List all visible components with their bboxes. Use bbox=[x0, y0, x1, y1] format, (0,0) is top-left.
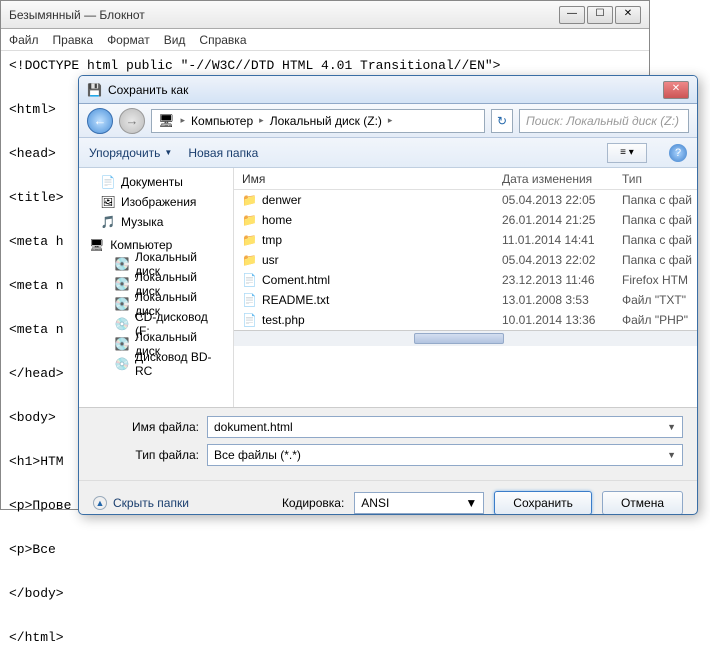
col-head-type[interactable]: Тип bbox=[614, 172, 697, 186]
table-row[interactable]: 📁usr05.04.2013 22:02Папка с фай bbox=[234, 250, 697, 270]
file-icon: 📄 bbox=[242, 293, 256, 307]
filename-fields: Имя файла: dokument.html ▼ Тип файла: Вс… bbox=[79, 408, 697, 480]
search-input[interactable]: Поиск: Локальный диск (Z:) bbox=[519, 109, 689, 133]
help-button[interactable]: ? bbox=[669, 144, 687, 162]
new-folder-button[interactable]: Новая папка bbox=[188, 146, 258, 160]
menu-file[interactable]: Файл bbox=[9, 33, 39, 47]
folder-icon: 📁 bbox=[242, 233, 256, 247]
table-row[interactable]: 📁denwer05.04.2013 22:05Папка с фай bbox=[234, 190, 697, 210]
dialog-bottombar: ▲ Скрыть папки Кодировка: ANSI ▼ Сохрани… bbox=[79, 480, 697, 515]
folder-icon: 📁 bbox=[242, 253, 256, 267]
col-head-name[interactable]: Имя bbox=[234, 172, 494, 186]
organize-button[interactable]: Упорядочить▼ bbox=[89, 146, 172, 160]
encoding-label: Кодировка: bbox=[282, 496, 344, 510]
table-row[interactable]: 📁home26.01.2014 21:25Папка с фай bbox=[234, 210, 697, 230]
chevron-down-icon[interactable]: ▼ bbox=[465, 496, 477, 510]
file-list-header: Имя Дата изменения Тип bbox=[234, 168, 697, 190]
notepad-menu: Файл Правка Формат Вид Справка bbox=[1, 29, 649, 51]
chevron-down-icon[interactable]: ▼ bbox=[667, 450, 676, 460]
menu-view[interactable]: Вид bbox=[164, 33, 186, 47]
dialog-title: Сохранить как bbox=[108, 83, 663, 97]
main-area: 📄Документы 🖼Изображения 🎵Музыка 🖥Компьют… bbox=[79, 168, 697, 408]
filetype-select[interactable]: Все файлы (*.*) ▼ bbox=[207, 444, 683, 466]
breadcrumb[interactable]: 🖥 ▸ Компьютер ▸ Локальный диск (Z:) ▸ bbox=[151, 109, 485, 133]
dialog-titlebar[interactable]: 💾 Сохранить как ✕ bbox=[79, 76, 697, 104]
save-as-dialog: 💾 Сохранить как ✕ ← → 🖥 ▸ Компьютер ▸ Ло… bbox=[78, 75, 698, 515]
notepad-titlebar[interactable]: Безымянный — Блокнот — ☐ ✕ bbox=[1, 1, 649, 29]
encoding-select[interactable]: ANSI ▼ bbox=[354, 492, 484, 514]
file-list: Имя Дата изменения Тип 📁denwer05.04.2013… bbox=[234, 168, 697, 407]
drive-icon: 💽 bbox=[115, 337, 129, 351]
music-icon: 🎵 bbox=[101, 215, 115, 229]
breadcrumb-seg-drive[interactable]: Локальный диск (Z:) bbox=[270, 114, 382, 128]
table-row[interactable]: 📄README.txt13.01.2008 3:53Файл "TXT" bbox=[234, 290, 697, 310]
table-row[interactable]: 📄test.php10.01.2014 13:36Файл "PHP" bbox=[234, 310, 697, 330]
cd-icon: 💿 bbox=[115, 317, 129, 331]
cd-icon: 💿 bbox=[115, 357, 129, 371]
horizontal-scrollbar[interactable] bbox=[234, 330, 697, 346]
save-button[interactable]: Сохранить bbox=[494, 491, 592, 515]
computer-icon: 🖥 bbox=[158, 113, 175, 129]
cancel-button[interactable]: Отмена bbox=[602, 491, 683, 515]
chevron-icon: ▸ bbox=[181, 115, 186, 126]
chevron-icon: ▸ bbox=[259, 115, 264, 126]
file-icon: 📄 bbox=[242, 313, 256, 327]
filename-label: Имя файла: bbox=[93, 420, 199, 434]
filename-input[interactable]: dokument.html ▼ bbox=[207, 416, 683, 438]
folder-icon: 📁 bbox=[242, 193, 256, 207]
arrow-up-icon: ▲ bbox=[93, 496, 107, 510]
toolbar: Упорядочить▼ Новая папка ≡ ▾ ? bbox=[79, 138, 697, 168]
chevron-down-icon: ▼ bbox=[164, 148, 172, 157]
menu-edit[interactable]: Правка bbox=[53, 33, 94, 47]
menu-help[interactable]: Справка bbox=[199, 33, 246, 47]
file-icon: 📄 bbox=[242, 273, 256, 287]
window-buttons: — ☐ ✕ bbox=[559, 6, 641, 24]
maximize-button[interactable]: ☐ bbox=[587, 6, 613, 24]
dialog-close-button[interactable]: ✕ bbox=[663, 81, 689, 99]
view-button[interactable]: ≡ ▾ bbox=[607, 143, 647, 163]
sidebar-item-images[interactable]: 🖼Изображения bbox=[79, 192, 233, 212]
computer-icon: 🖥 bbox=[89, 238, 104, 252]
folder-icon: 📁 bbox=[242, 213, 256, 227]
refresh-button[interactable]: ↻ bbox=[491, 109, 513, 133]
drive-icon: 💽 bbox=[115, 297, 129, 311]
menu-format[interactable]: Формат bbox=[107, 33, 150, 47]
sidebar: 📄Документы 🖼Изображения 🎵Музыка 🖥Компьют… bbox=[79, 168, 234, 407]
document-icon: 📄 bbox=[101, 175, 115, 189]
minimize-button[interactable]: — bbox=[559, 6, 585, 24]
col-head-date[interactable]: Дата изменения bbox=[494, 172, 614, 186]
nav-forward-button[interactable]: → bbox=[119, 108, 145, 134]
drive-icon: 💽 bbox=[115, 257, 129, 271]
close-button[interactable]: ✕ bbox=[615, 6, 641, 24]
nav-bar: ← → 🖥 ▸ Компьютер ▸ Локальный диск (Z:) … bbox=[79, 104, 697, 138]
save-icon: 💾 bbox=[87, 83, 102, 97]
image-icon: 🖼 bbox=[101, 195, 115, 209]
sidebar-item-documents[interactable]: 📄Документы bbox=[79, 172, 233, 192]
nav-back-button[interactable]: ← bbox=[87, 108, 113, 134]
table-row[interactable]: 📄Coment.html23.12.2013 11:46Firefox HTM bbox=[234, 270, 697, 290]
sidebar-item-music[interactable]: 🎵Музыка bbox=[79, 212, 233, 232]
notepad-title: Безымянный — Блокнот bbox=[9, 8, 559, 22]
table-row[interactable]: 📁tmp11.01.2014 14:41Папка с фай bbox=[234, 230, 697, 250]
chevron-icon: ▸ bbox=[388, 115, 393, 126]
filetype-label: Тип файла: bbox=[93, 448, 199, 462]
drive-icon: 💽 bbox=[115, 277, 129, 291]
hide-folders-link[interactable]: ▲ Скрыть папки bbox=[93, 496, 189, 510]
scrollbar-thumb[interactable] bbox=[414, 333, 504, 344]
breadcrumb-seg-computer[interactable]: Компьютер bbox=[191, 114, 253, 128]
chevron-down-icon[interactable]: ▼ bbox=[667, 422, 676, 432]
sidebar-item-bddrive[interactable]: 💿Дисковод BD-RC bbox=[79, 354, 233, 374]
